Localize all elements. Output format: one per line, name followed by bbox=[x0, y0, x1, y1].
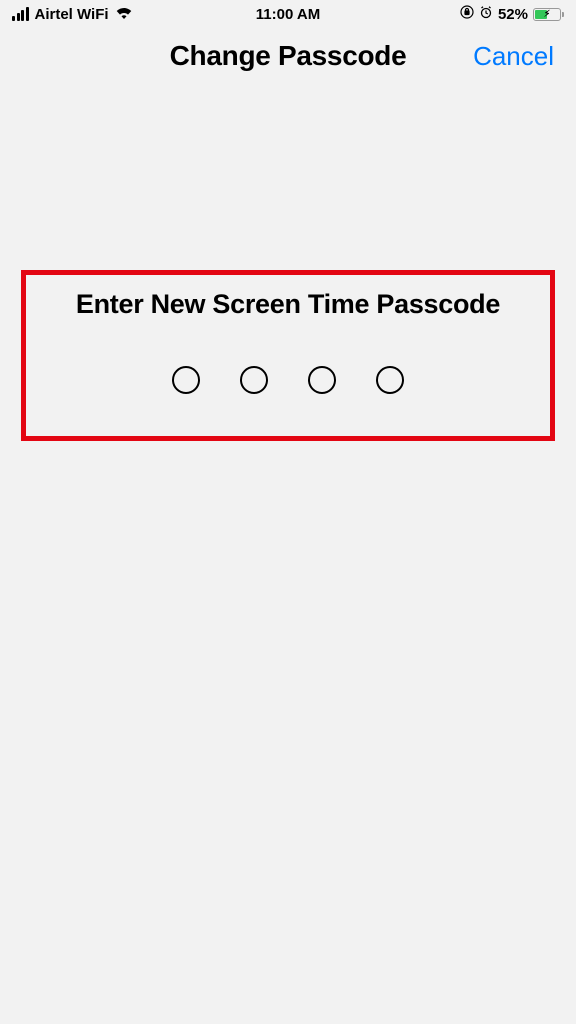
passcode-dots[interactable] bbox=[26, 366, 550, 394]
battery-icon: ⚡︎ bbox=[533, 8, 564, 21]
cancel-button[interactable]: Cancel bbox=[473, 41, 554, 72]
status-left-group: Airtel WiFi bbox=[12, 6, 133, 23]
passcode-dot bbox=[172, 366, 200, 394]
status-bar: Airtel WiFi 11:00 AM 52% ⚡︎ bbox=[0, 0, 576, 28]
prompt-label: Enter New Screen Time Passcode bbox=[26, 289, 550, 320]
passcode-dot bbox=[376, 366, 404, 394]
alarm-icon bbox=[479, 5, 493, 23]
passcode-entry-area: Enter New Screen Time Passcode bbox=[21, 270, 555, 441]
page-title: Change Passcode bbox=[170, 40, 407, 72]
navigation-bar: Change Passcode Cancel bbox=[0, 28, 576, 84]
passcode-dot bbox=[308, 366, 336, 394]
status-time: 11:00 AM bbox=[256, 6, 320, 23]
orientation-lock-icon bbox=[460, 5, 474, 23]
carrier-label: Airtel WiFi bbox=[35, 6, 109, 23]
signal-icon bbox=[12, 7, 29, 21]
passcode-dot bbox=[240, 366, 268, 394]
battery-percent: 52% bbox=[498, 6, 528, 23]
status-right-group: 52% ⚡︎ bbox=[460, 5, 564, 23]
wifi-icon bbox=[115, 6, 133, 23]
